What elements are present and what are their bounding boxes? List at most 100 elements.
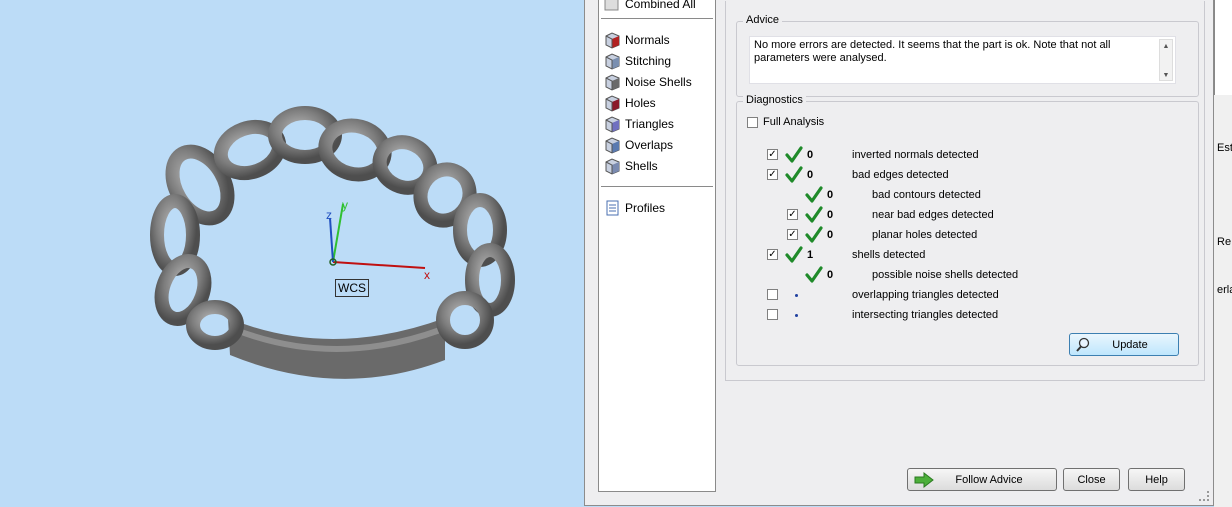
nav-divider [601,18,713,19]
diagnostic-checkbox[interactable] [767,309,778,320]
nav-item-holes[interactable]: Holes [603,93,656,113]
ring-model [150,106,515,379]
noise-shells-icon [603,73,621,91]
diagnostic-label: shells detected [852,249,926,261]
check-icon [785,146,803,164]
diagnostic-row: intersecting triangles detected [737,306,1177,324]
advice-scrollbar[interactable]: ▲ ▼ [1159,39,1173,81]
arrow-right-icon [913,471,935,492]
diagnostic-row: ✓ 0 planar holes detected [737,226,1177,244]
diagnostic-label: bad contours detected [872,189,981,201]
nav-item-label: Holes [625,96,656,110]
shells-icon [603,157,621,175]
triangles-icon [603,115,621,133]
profiles-icon [603,199,621,217]
status-dot-icon [795,314,798,317]
nav-item-label: Shells [625,159,658,173]
diagnostic-label: intersecting triangles detected [852,309,999,321]
combined-icon [603,0,621,13]
background-window: Est Re erla [1214,0,1232,507]
advice-line-2: parameters were analysed. [754,52,887,64]
follow-advice-button[interactable]: Follow Advice [907,468,1057,491]
nav-item-normals[interactable]: Normals [603,30,670,50]
nav-item-label: Overlaps [625,138,674,152]
nav-item-profiles[interactable]: Profiles [603,198,665,218]
update-label: Update [1112,338,1148,351]
nav-divider [601,186,713,187]
advice-title: Advice [743,14,783,26]
diagnostics-title: Diagnostics [743,94,806,106]
content-area: Advice No more errors are detected. It s… [725,1,1205,381]
stitching-icon [603,52,621,70]
strip-text-3: erla [1217,284,1232,296]
diagnostic-checkbox[interactable] [767,289,778,300]
nav-item-label: Combined All [625,0,696,11]
help-button[interactable]: Help [1128,468,1185,491]
diagnostic-label: bad edges detected [852,169,949,181]
diagnostic-row: ✓ 0 inverted normals detected [737,146,1177,164]
nav-item-label: Noise Shells [625,75,692,89]
3d-viewport[interactable]: x y z WCS [0,0,586,507]
wcs-label: WCS [335,279,369,297]
diagnostic-row: overlapping triangles detected [737,286,1177,304]
axis-x-label: x [424,268,430,282]
nav-item-combined[interactable]: Combined All [603,0,696,14]
diagnostic-count: 0 [827,269,834,281]
nav-item-label: Normals [625,33,670,47]
nav-item-noise-shells[interactable]: Noise Shells [603,72,692,92]
check-icon [785,166,803,184]
diagnostic-checkbox[interactable]: ✓ [767,149,778,160]
nav-item-triangles[interactable]: Triangles [603,114,674,134]
check-icon [785,246,803,264]
diagnostic-row: 0 bad contours detected [737,186,1177,204]
diagnostic-count: 0 [807,169,814,181]
strip-text-1: Est [1217,142,1232,154]
diagnostic-label: near bad edges detected [872,209,994,221]
cube-view-widget [1214,0,1232,95]
advice-line-1: No more errors are detected. It seems th… [754,39,1111,51]
diagnostic-count: 0 [827,189,834,201]
axis-y-label: y [342,198,348,212]
help-label: Help [1145,473,1168,486]
diagnostic-checkbox[interactable]: ✓ [787,209,798,220]
check-icon [805,266,823,284]
diagnostic-checkbox[interactable]: ✓ [787,229,798,240]
nav-item-stitching[interactable]: Stitching [603,51,671,71]
diagnostic-row: ✓ 0 near bad edges detected [737,206,1177,224]
diagnostic-count: 0 [807,149,814,161]
nav-item-label: Profiles [625,201,666,215]
diagnostic-checkbox[interactable]: ✓ [767,249,778,260]
normals-icon [603,31,621,49]
full-analysis-label: Full Analysis [763,116,825,128]
advice-text-box: No more errors are detected. It seems th… [749,36,1176,84]
status-dot-icon [795,294,798,297]
full-analysis-checkbox[interactable] [747,117,758,128]
diagnostic-count: 0 [827,229,834,241]
fix-wizard-dialog: Combined All Normals Stitching Noise Shell… [584,0,1214,506]
magnifier-icon [1075,337,1091,356]
close-button[interactable]: Close [1063,468,1120,491]
overlaps-icon [603,136,621,154]
check-icon [805,226,823,244]
diagnostic-label: planar holes detected [872,229,978,241]
strip-text-2: Re [1217,236,1232,248]
close-label: Close [1077,473,1106,486]
update-button[interactable]: Update [1069,333,1179,356]
diagnostic-count: 1 [807,249,814,261]
axis-z-label: z [326,208,332,222]
nav-panel: Combined All Normals Stitching Noise Shell… [598,0,716,492]
nav-item-overlaps[interactable]: Overlaps [603,135,673,155]
resize-grip-icon[interactable] [1199,491,1209,501]
diagnostic-label: possible noise shells detected [872,269,1019,281]
diagnostic-label: overlapping triangles detected [852,289,999,301]
nav-item-label: Stitching [625,54,672,68]
diagnostics-group: Diagnostics Full Analysis ✓ 0 inverted nor… [736,94,1199,366]
check-icon [805,206,823,224]
diagnostic-label: inverted normals detected [852,149,979,161]
nav-item-shells[interactable]: Shells [603,156,658,176]
holes-icon [603,94,621,112]
follow-advice-label: Follow Advice [955,473,1023,486]
diagnostic-checkbox[interactable]: ✓ [767,169,778,180]
check-icon [805,186,823,204]
diagnostic-count: 0 [827,209,834,221]
